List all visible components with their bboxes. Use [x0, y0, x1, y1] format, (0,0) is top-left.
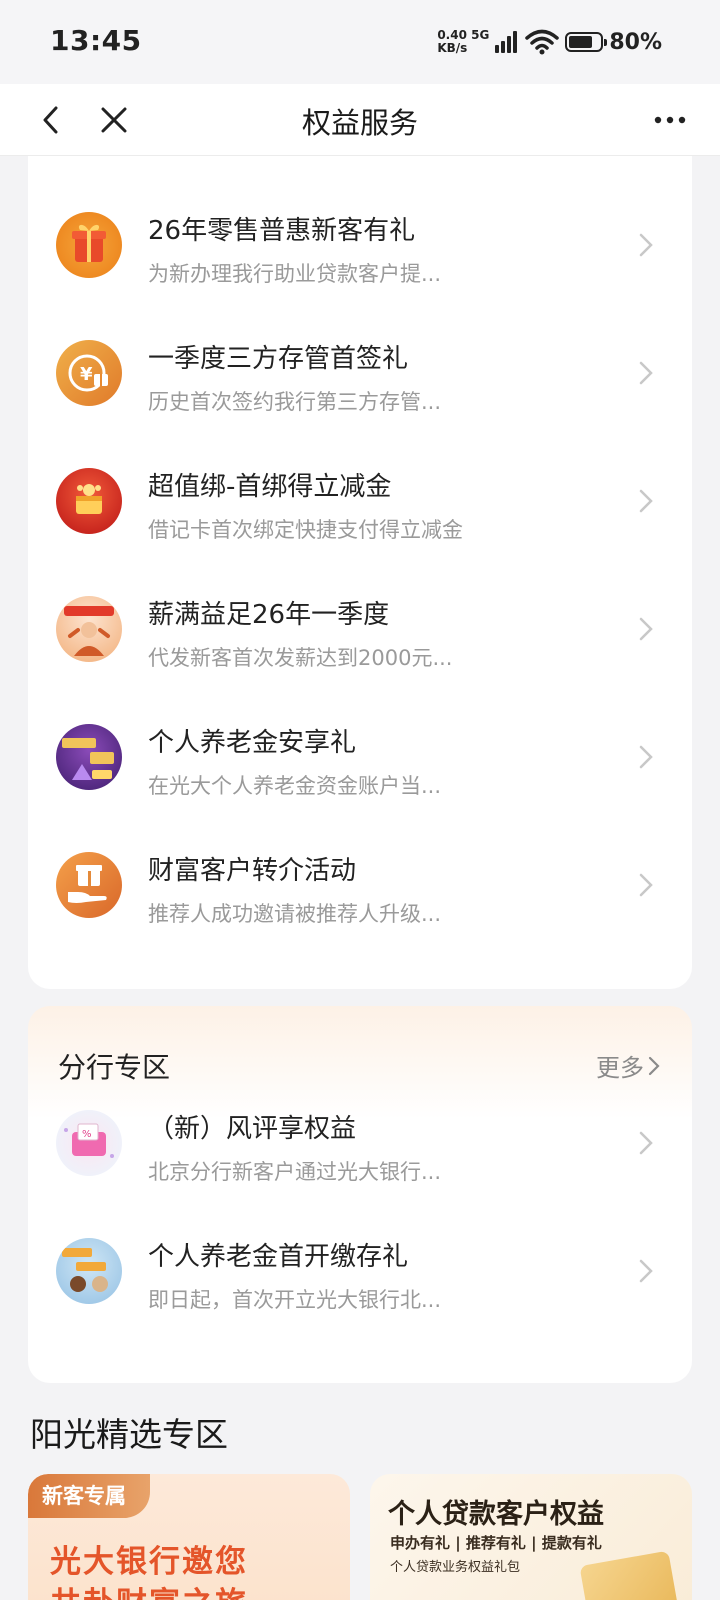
- network-speed-value: 0.40: [437, 28, 467, 42]
- chevron-right-icon: [648, 1056, 660, 1075]
- item-subtitle: 推荐人成功邀请被推荐人升级...: [148, 902, 442, 926]
- item-subtitle: 历史首次签约我行第三方存管...: [148, 390, 442, 414]
- item-title: 薪满益足26年一季度: [148, 600, 390, 630]
- list-item[interactable]: 薪满益足26年一季度 代发新客首次发薪达到2000元...: [28, 564, 692, 694]
- item-subtitle: 代发新客首次发薪达到2000元...: [148, 646, 453, 670]
- page-title: 权益服务: [301, 106, 418, 140]
- signal-icon: [493, 31, 518, 53]
- svg-text:¥: ¥: [80, 364, 93, 385]
- salary-promo-icon: [56, 596, 122, 662]
- banner-headline-2: 共赴财富之旅: [50, 1578, 248, 1600]
- banner-headline: 光大银行邀您: [50, 1544, 248, 1580]
- navigation-bar: 权益服务: [0, 84, 720, 156]
- item-title: 一季度三方存管首签礼: [148, 344, 409, 374]
- item-title: 26年零售普惠新客有礼: [148, 216, 416, 246]
- list-item[interactable]: 财富客户转介活动 推荐人成功邀请被推荐人升级...: [28, 820, 692, 950]
- item-subtitle: 在光大个人养老金资金账户当...: [148, 774, 442, 798]
- chevron-right-icon: [639, 745, 653, 769]
- envelope-icon: [579, 1550, 679, 1600]
- banner-caption: 个人贷款业务权益礼包: [390, 1560, 521, 1575]
- branch-section-card: 分行专区 更多 % （新）风评享权益 北京分行新客户通过光大银行... 个人养老…: [28, 1006, 692, 1383]
- pension-open-icon: [56, 1238, 122, 1304]
- list-item[interactable]: % （新）风评享权益 北京分行新客户通过光大银行...: [28, 1078, 692, 1208]
- banner-title: 个人贷款客户权益: [388, 1499, 604, 1530]
- list-item[interactable]: 个人养老金首开缴存礼 即日起，首次开立光大银行北...: [28, 1206, 692, 1336]
- chevron-right-icon: [639, 1259, 653, 1283]
- status-bar: 13:45 0.40 5G KB/s 80%: [0, 0, 720, 84]
- gift-box-icon: [56, 212, 122, 278]
- more-dots-icon[interactable]: [650, 102, 690, 138]
- treasure-icon: [56, 468, 122, 534]
- item-title: 超值绑-首绑得立减金: [148, 472, 392, 502]
- item-subtitle: 北京分行新客户通过光大银行...: [148, 1160, 442, 1184]
- yuan-gift-icon: ¥: [56, 340, 122, 406]
- status-time: 13:45: [50, 24, 142, 57]
- zone-title: 阳光精选专区: [30, 1415, 228, 1454]
- banner-tag: 新客专属: [28, 1474, 150, 1518]
- item-title: 个人养老金首开缴存礼: [148, 1242, 409, 1272]
- battery-icon: [565, 32, 608, 52]
- item-subtitle: 即日起，首次开立光大银行北...: [148, 1288, 442, 1312]
- pension-promo-icon: [56, 724, 122, 790]
- item-subtitle: 借记卡首次绑定快捷支付得立减金: [148, 518, 463, 542]
- chevron-right-icon: [639, 873, 653, 897]
- item-title: （新）风评享权益: [148, 1114, 357, 1144]
- network-type: 5G: [471, 28, 490, 42]
- item-title: 财富客户转介活动: [148, 856, 357, 886]
- item-subtitle: 为新办理我行助业贷款客户提...: [148, 262, 442, 286]
- item-title: 个人养老金安享礼: [148, 728, 357, 758]
- activity-list-card: 26年零售普惠新客有礼 为新办理我行助业贷款客户提... ¥ 一季度三方存管首签…: [28, 120, 692, 989]
- chevron-right-icon: [639, 233, 653, 257]
- hand-gift-icon: [56, 852, 122, 918]
- chevron-right-icon: [639, 1131, 653, 1155]
- banner-subtitle: 申办有礼 | 推荐有礼 | 提款有礼: [390, 1534, 602, 1552]
- chevron-right-icon: [639, 617, 653, 641]
- battery-level: 80%: [609, 29, 662, 55]
- new-customer-banner[interactable]: 新客专属 光大银行邀您 共赴财富之旅: [28, 1474, 350, 1600]
- risk-coupon-icon: %: [56, 1110, 122, 1176]
- loan-rights-banner[interactable]: 个人贷款客户权益 申办有礼 | 推荐有礼 | 提款有礼 个人贷款业务权益礼包: [370, 1474, 692, 1600]
- wifi-icon: [525, 29, 560, 55]
- chevron-right-icon: [639, 361, 653, 385]
- list-item[interactable]: 个人养老金安享礼 在光大个人养老金资金账户当...: [28, 692, 692, 822]
- list-item[interactable]: 超值绑-首绑得立减金 借记卡首次绑定快捷支付得立减金: [28, 436, 692, 566]
- svg-text:%: %: [82, 1129, 92, 1140]
- list-item[interactable]: ¥ 一季度三方存管首签礼 历史首次签约我行第三方存管...: [28, 308, 692, 438]
- list-item[interactable]: 26年零售普惠新客有礼 为新办理我行助业贷款客户提...: [28, 180, 692, 310]
- chevron-right-icon: [639, 489, 653, 513]
- status-indicators: 0.40 5G KB/s 80%: [437, 26, 662, 58]
- network-speed: 0.40 5G KB/s: [437, 29, 489, 55]
- network-speed-unit: KB/s: [437, 41, 468, 55]
